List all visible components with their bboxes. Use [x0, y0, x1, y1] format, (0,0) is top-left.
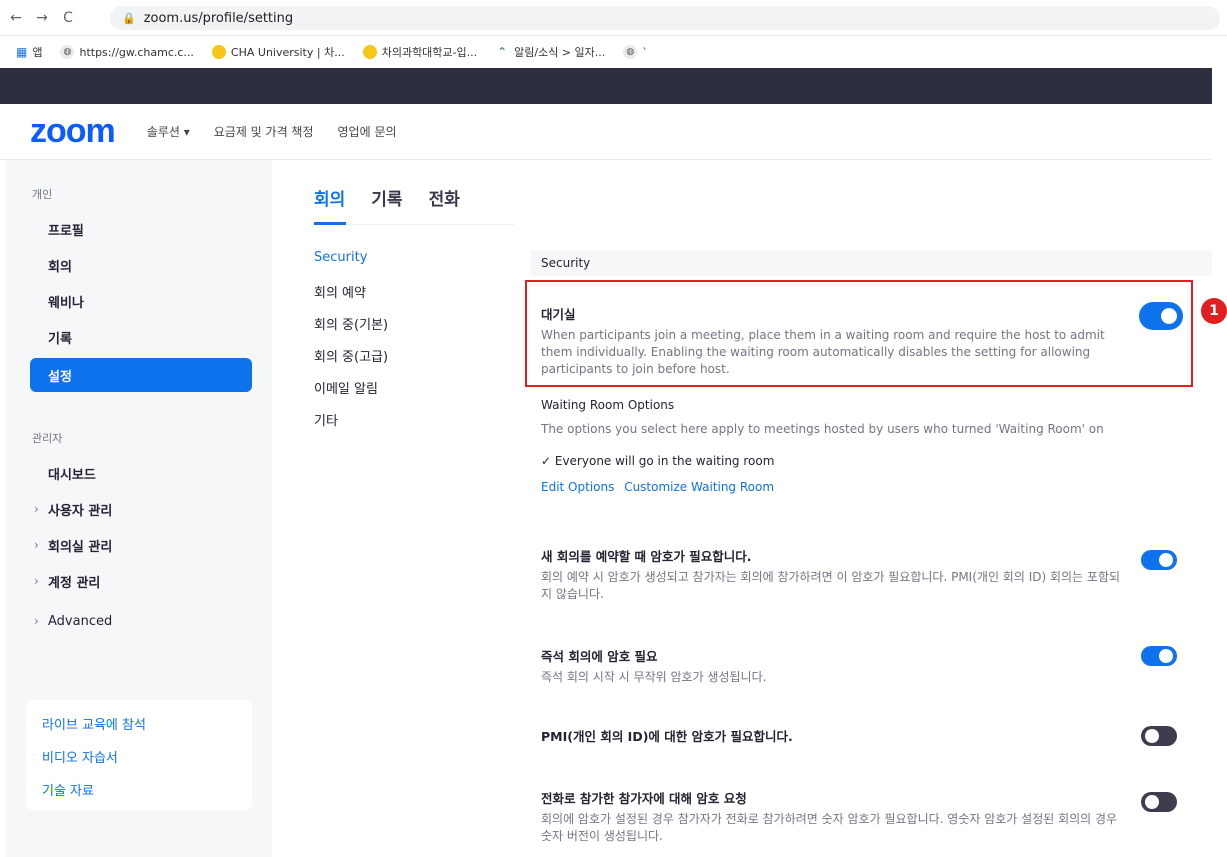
sidebar-item-user-management[interactable]: › 사용자 관리	[30, 492, 252, 526]
sidebar-item-dashboard[interactable]: 대시보드	[30, 456, 252, 490]
bookmark-item[interactable]: ◍ https://gw.chamc.c...	[60, 45, 194, 59]
waiting-room-options: Waiting Room Options The options you sel…	[541, 398, 1104, 494]
setting-passcode-instant-meeting: 즉석 회의에 암호 필요 즉석 회의 시작 시 무작위 암호가 생성됩니다.	[541, 646, 1131, 686]
bookmark-apps[interactable]: ▦ 앱	[16, 44, 42, 60]
toggle-knob	[1145, 729, 1159, 743]
setting-title: 전화로 참가한 참가자에 대해 암호 요청	[541, 791, 747, 806]
nav-pricing[interactable]: 요금제 및 가격 책정	[214, 123, 314, 140]
sidebar-section-personal: 개인	[32, 188, 53, 201]
customize-waiting-room-link[interactable]: Customize Waiting Room	[624, 480, 774, 494]
setting-passcode-phone: 전화로 참가한 참가자에 대해 암호 요청 회의에 암호가 설정된 경우 참가자…	[541, 788, 1131, 845]
setting-waiting-room: 대기실 When participants join a meeting, pl…	[541, 304, 1131, 378]
help-links-box: 라이브 교육에 참석 비디오 자습서 기술 자료	[26, 700, 252, 810]
setting-title: 새 회의를 예약할 때 암호가 필요합니다.	[541, 549, 752, 564]
browser-address-bar: ← → C 🔒 zoom.us/profile/setting	[0, 0, 1227, 36]
back-icon[interactable]: ←	[6, 10, 26, 26]
setting-title: PMI(개인 회의 ID)에 대한 암호가 필요합니다.	[541, 729, 793, 744]
forward-icon[interactable]: →	[32, 10, 52, 26]
passcode-phone-toggle[interactable]	[1141, 792, 1177, 812]
wro-links: Edit Options Customize Waiting Room	[541, 480, 1104, 494]
lock-icon: 🔒	[122, 11, 136, 25]
apps-grid-icon: ▦	[16, 45, 27, 59]
bookmark-item[interactable]: CHA University | 차...	[211, 44, 345, 60]
passcode-instant-meeting-toggle[interactable]	[1141, 646, 1177, 666]
tab-telephone[interactable]: 전화	[429, 185, 460, 210]
link-knowledge-base[interactable]: 기술 자료	[42, 780, 252, 799]
globe-icon: ◍	[60, 45, 75, 59]
wro-title: Waiting Room Options	[541, 398, 675, 412]
chevron-right-icon: ›	[34, 574, 39, 588]
chevron-up-icon: ⌃	[497, 45, 508, 59]
url-text: zoom.us/profile/setting	[143, 10, 294, 26]
url-field[interactable]: 🔒 zoom.us/profile/setting	[110, 6, 1220, 30]
edit-options-link[interactable]: Edit Options	[541, 480, 614, 494]
passcode-pmi-toggle[interactable]	[1141, 726, 1177, 746]
globe-icon: ◍	[623, 45, 638, 59]
setting-description: 회의에 암호가 설정된 경우 참가자가 전화로 참가하려면 숫자 암호가 필요합…	[541, 812, 1118, 843]
toggle-knob	[1159, 553, 1173, 567]
nav-solutions[interactable]: 솔루션 ▾	[147, 123, 190, 140]
top-nav: 솔루션 ▾ 요금제 및 가격 책정 영업에 문의	[147, 123, 421, 140]
sidebar-item-account-management[interactable]: › 계정 관리	[30, 564, 252, 598]
sidebar-item-meetings[interactable]: 회의	[30, 248, 252, 282]
chevron-right-icon: ›	[34, 502, 39, 516]
setting-description: 즉석 회의 시작 시 무작위 암호가 생성됩니다.	[541, 670, 767, 684]
section-header-security: Security	[531, 250, 1212, 276]
nav-contact-sales[interactable]: 영업에 문의	[338, 123, 397, 140]
bookmarks-bar: ▦ 앱 ◍ https://gw.chamc.c... CHA University…	[0, 36, 1227, 68]
settings-tabs: 회의 기록 전화	[314, 185, 486, 210]
setting-description: 회의 예약 시 암호가 생성되고 참가자는 회의에 참가하려면 이 암호가 필요…	[541, 570, 1121, 601]
setting-description: When participants join a meeting, place …	[541, 328, 1105, 376]
passcode-new-meeting-toggle[interactable]	[1141, 550, 1177, 570]
tab-meeting[interactable]: 회의	[314, 185, 345, 210]
setting-passcode-pmi: PMI(개인 회의 ID)에 대한 암호가 필요합니다.	[541, 726, 1131, 749]
cha-logo-icon	[362, 45, 377, 59]
reload-icon[interactable]: C	[58, 10, 78, 26]
subnav-email-notification[interactable]: 이메일 알림	[314, 378, 388, 410]
sidebar-item-recordings[interactable]: 기록	[30, 320, 252, 354]
subnav-schedule-meeting[interactable]: 회의 예약	[314, 282, 388, 314]
setting-passcode-new-meeting: 새 회의를 예약할 때 암호가 필요합니다. 회의 예약 시 암호가 생성되고 …	[541, 546, 1131, 603]
top-banner	[0, 68, 1212, 104]
subnav-other[interactable]: 기타	[314, 410, 388, 442]
toggle-knob	[1161, 308, 1177, 324]
sidebar-item-webinars[interactable]: 웨비나	[30, 284, 252, 318]
sidebar-section-admin: 관리자	[32, 432, 63, 445]
subnav-security[interactable]: Security	[314, 250, 388, 282]
setting-title: 대기실	[541, 307, 576, 322]
sidebar-item-room-management[interactable]: › 회의실 관리	[30, 528, 252, 562]
subnav-in-meeting-basic[interactable]: 회의 중(기본)	[314, 314, 388, 346]
wro-selected-option: ✓ Everyone will go in the waiting room	[541, 454, 775, 468]
bookmark-item[interactable]: 차의과학대학교-입...	[362, 44, 477, 60]
zoom-header: zoom 솔루션 ▾ 요금제 및 가격 책정 영업에 문의	[0, 104, 1212, 160]
waiting-room-toggle[interactable]	[1141, 304, 1181, 328]
toggle-knob	[1159, 649, 1173, 663]
setting-title: 즉석 회의에 암호 필요	[541, 649, 658, 664]
sidebar-item-settings[interactable]: 설정	[30, 358, 252, 392]
subnav-in-meeting-advanced[interactable]: 회의 중(고급)	[314, 346, 388, 378]
wro-description: The options you select here apply to mee…	[541, 422, 1104, 436]
sidebar-item-profile[interactable]: 프로필	[30, 212, 252, 246]
chevron-right-icon: ›	[34, 614, 39, 628]
settings-subnav: Security 회의 예약 회의 중(기본) 회의 중(고급) 이메일 알림 …	[314, 250, 388, 442]
toggle-knob	[1145, 795, 1159, 809]
bookmark-item[interactable]: ⌃ 알림/소식 > 일자...	[495, 44, 605, 60]
tab-active-indicator	[314, 222, 346, 225]
sidebar-item-advanced[interactable]: › Advanced	[30, 604, 252, 638]
sidebar: 개인 프로필 회의 웨비나 기록 설정 관리자 대시보드 › 사용자 관리 › 회의…	[6, 160, 272, 857]
link-live-training[interactable]: 라이브 교육에 참석	[42, 714, 252, 733]
cha-logo-icon	[211, 45, 226, 59]
callout-badge: 1	[1201, 298, 1227, 324]
chevron-right-icon: ›	[34, 538, 39, 552]
link-video-tutorials[interactable]: 비디오 자습서	[42, 747, 252, 766]
tab-recording[interactable]: 기록	[371, 185, 402, 210]
zoom-logo[interactable]: zoom	[30, 112, 116, 151]
bookmark-item[interactable]: ◍ `	[623, 45, 648, 59]
